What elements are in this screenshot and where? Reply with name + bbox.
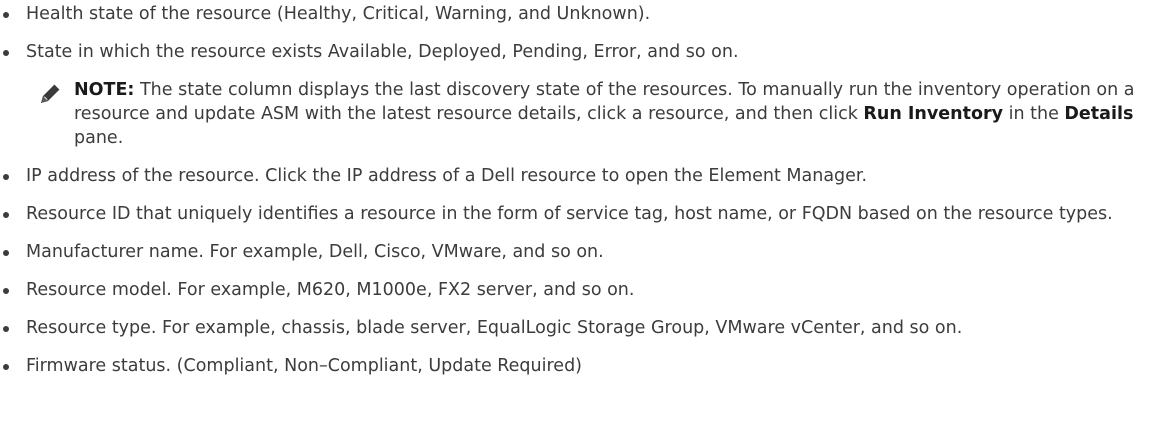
list-item: State in which the resource exists Avail… bbox=[0, 40, 1155, 64]
list-item: Health state of the resource (Healthy, C… bbox=[0, 2, 1155, 26]
list-item: Manufacturer name. For example, Dell, Ci… bbox=[0, 240, 1155, 264]
list-item: IP address of the resource. Click the IP… bbox=[0, 164, 1155, 188]
note-block: NOTE: The state column displays the last… bbox=[0, 78, 1155, 150]
list-item: Resource type. For example, chassis, bla… bbox=[0, 316, 1155, 340]
run-inventory-text: Run Inventory bbox=[863, 104, 1004, 124]
document-page: Health state of the resource (Healthy, C… bbox=[0, 0, 1155, 437]
details-text: Details bbox=[1064, 104, 1134, 124]
list-item: Firmware status. (Compliant, Non–Complia… bbox=[0, 354, 1155, 378]
note-text: in the bbox=[1003, 104, 1065, 124]
bullet-list: Health state of the resource (Healthy, C… bbox=[0, 0, 1155, 378]
list-item: Resource ID that uniquely identifies a r… bbox=[0, 202, 1155, 226]
note-text: pane. bbox=[74, 128, 124, 148]
note-label: NOTE: bbox=[74, 80, 135, 100]
list-item: Resource model. For example, M620, M1000… bbox=[0, 278, 1155, 302]
pencil-note-icon bbox=[38, 80, 64, 106]
